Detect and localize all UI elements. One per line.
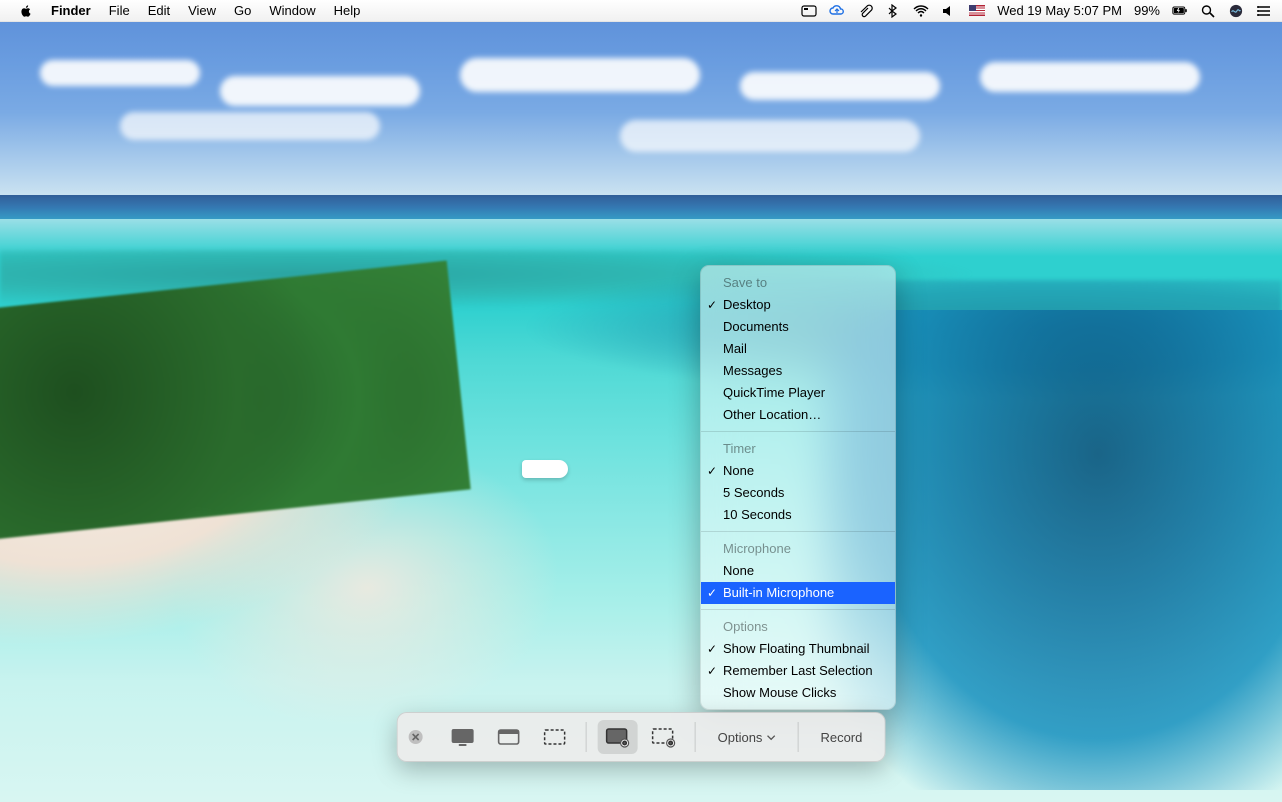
section-title-options: Options [701, 615, 895, 638]
options-save-messages[interactable]: Messages [701, 360, 895, 382]
menu-item-label: Desktop [723, 297, 771, 312]
app-name-menu[interactable]: Finder [42, 3, 100, 18]
section-title-microphone: Microphone [701, 537, 895, 560]
chevron-down-icon [766, 733, 775, 742]
window-icon [496, 726, 522, 748]
menu-help[interactable]: Help [325, 3, 370, 18]
record-screen-icon [605, 726, 631, 748]
menu-item-label: Show Mouse Clicks [723, 685, 836, 700]
sky-clouds [0, 32, 1282, 212]
desktop-wallpaper: Finder File Edit View Go Window Help Wed… [0, 0, 1282, 802]
spotlight-icon[interactable] [1200, 4, 1216, 18]
menu-item-label: Other Location… [723, 407, 821, 422]
options-save-desktop[interactable]: ✓ Desktop [701, 294, 895, 316]
menu-item-label: None [723, 463, 754, 478]
options-save-mail[interactable]: Mail [701, 338, 895, 360]
menu-item-label: QuickTime Player [723, 385, 825, 400]
options-timer-5s[interactable]: 5 Seconds [701, 482, 895, 504]
record-entire-screen-button[interactable] [598, 720, 638, 754]
boat [522, 460, 568, 478]
screenshot-options-button[interactable]: Options [704, 720, 790, 754]
options-timer-none[interactable]: ✓ None [701, 460, 895, 482]
menu-view[interactable]: View [179, 3, 225, 18]
capture-selection-button[interactable] [535, 720, 575, 754]
options-save-other[interactable]: Other Location… [701, 404, 895, 426]
input-source-flag-icon[interactable] [969, 4, 985, 18]
screenshot-close-button[interactable] [404, 725, 428, 749]
options-save-documents[interactable]: Documents [701, 316, 895, 338]
close-icon [408, 729, 424, 745]
checkmark-icon: ✓ [707, 584, 717, 602]
attachment-icon[interactable] [857, 4, 873, 18]
checkmark-icon: ✓ [707, 462, 717, 480]
wifi-icon[interactable] [913, 4, 929, 18]
menu-item-label: Remember Last Selection [723, 663, 873, 678]
options-show-mouse-clicks[interactable]: Show Mouse Clicks [701, 682, 895, 704]
menu-extra-icon[interactable] [801, 4, 817, 18]
menu-item-label: None [723, 563, 754, 578]
options-save-quicktime[interactable]: QuickTime Player [701, 382, 895, 404]
record-selection-button[interactable] [644, 720, 684, 754]
button-label: Options [718, 730, 763, 745]
checkmark-icon: ✓ [707, 296, 717, 314]
notification-center-icon[interactable] [1256, 4, 1272, 18]
menu-edit[interactable]: Edit [139, 3, 179, 18]
screen-icon [450, 726, 476, 748]
menu-window[interactable]: Window [260, 3, 324, 18]
menu-item-label: Show Floating Thumbnail [723, 641, 869, 656]
divider [701, 531, 895, 532]
battery-percent[interactable]: 99% [1134, 3, 1160, 18]
menu-item-label: 10 Seconds [723, 507, 792, 522]
options-mic-builtin[interactable]: ✓ Built-in Microphone [701, 582, 895, 604]
volume-icon[interactable] [941, 4, 957, 18]
checkmark-icon: ✓ [707, 640, 717, 658]
divider [701, 431, 895, 432]
button-label: Record [820, 730, 862, 745]
screenshot-options-popover: Save to ✓ Desktop Documents Mail Messages… [700, 265, 896, 710]
menu-file[interactable]: File [100, 3, 139, 18]
screenshot-toolbar: Options Record [397, 712, 886, 762]
siri-icon[interactable] [1228, 4, 1244, 18]
capture-entire-screen-button[interactable] [443, 720, 483, 754]
options-floating-thumbnail[interactable]: ✓ Show Floating Thumbnail [701, 638, 895, 660]
menu-item-label: Messages [723, 363, 782, 378]
menu-bar-clock[interactable]: Wed 19 May 5:07 PM [997, 3, 1122, 18]
divider [701, 609, 895, 610]
capture-window-button[interactable] [489, 720, 529, 754]
bluetooth-icon[interactable] [885, 4, 901, 18]
cloud-sync-icon[interactable] [829, 4, 845, 18]
menu-item-label: 5 Seconds [723, 485, 784, 500]
options-timer-10s[interactable]: 10 Seconds [701, 504, 895, 526]
menu-bar: Finder File Edit View Go Window Help Wed… [0, 0, 1282, 22]
section-title-timer: Timer [701, 437, 895, 460]
options-mic-none[interactable]: None [701, 560, 895, 582]
screenshot-record-button[interactable]: Record [806, 720, 876, 754]
selection-icon [542, 726, 568, 748]
record-selection-icon [651, 726, 677, 748]
checkmark-icon: ✓ [707, 662, 717, 680]
section-title-save-to: Save to [701, 271, 895, 294]
options-remember-selection[interactable]: ✓ Remember Last Selection [701, 660, 895, 682]
menu-item-label: Built-in Microphone [723, 585, 834, 600]
battery-icon[interactable] [1172, 4, 1188, 18]
apple-icon [19, 4, 33, 18]
menu-item-label: Documents [723, 319, 789, 334]
menu-go[interactable]: Go [225, 3, 260, 18]
menu-item-label: Mail [723, 341, 747, 356]
apple-menu[interactable] [10, 4, 42, 18]
